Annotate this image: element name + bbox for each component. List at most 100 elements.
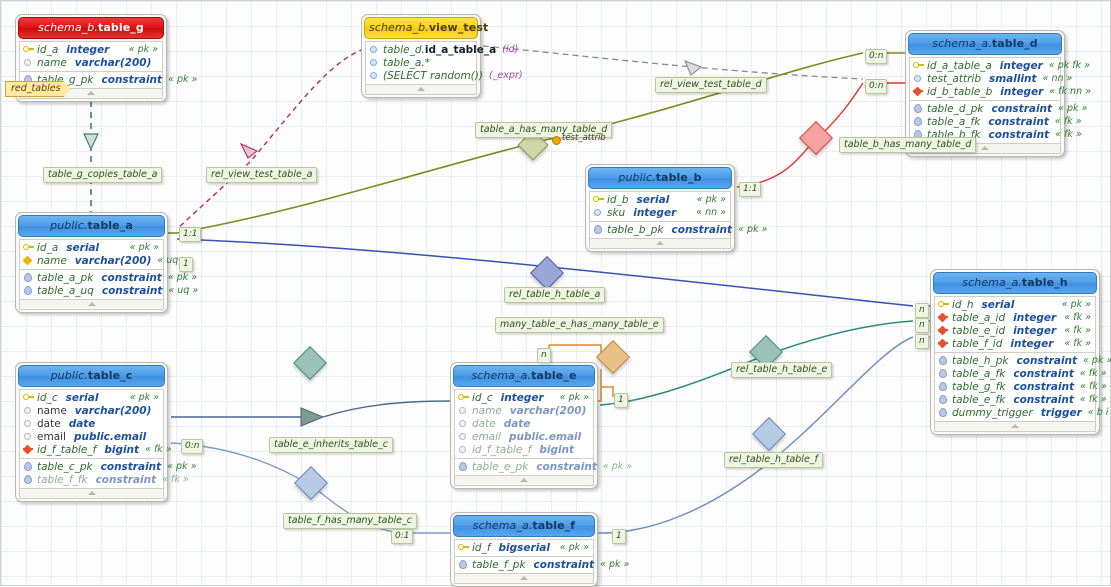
cardinality-table-c-right[interactable]: 0:n: [181, 439, 203, 454]
table-table-e[interactable]: schema_a.table_e id_cinteger« pk »namevar…: [450, 362, 598, 489]
table-header[interactable]: schema_b.table_g: [18, 17, 164, 39]
rel-label-rel-view-test-table-d[interactable]: rel_view_test_table_d: [655, 77, 767, 93]
table-row[interactable]: table_g_fkconstraint« fk »: [935, 380, 1095, 393]
table-header[interactable]: public.table_c: [18, 365, 165, 387]
table-table-h[interactable]: schema_a.table_hid_hserial« pk »table_a_…: [930, 269, 1100, 435]
rel-label-many-table-e-has-many-table-e[interactable]: many_table_e_has_many_table_e: [495, 317, 664, 333]
table-collapse-handle[interactable]: [19, 489, 164, 499]
table-collapse-handle[interactable]: [19, 300, 164, 310]
table-row[interactable]: id_f_table_fbigint« fk »: [20, 443, 163, 456]
table-row[interactable]: table_e_idinteger« fk »: [935, 324, 1095, 337]
table-row[interactable]: table_a.*: [366, 56, 476, 69]
cardinality-table-a-below[interactable]: 1: [179, 257, 193, 272]
cardinality-table-b[interactable]: 1:1: [739, 182, 761, 197]
table-row[interactable]: datedate: [20, 417, 163, 430]
cardinality-table-e-left[interactable]: n: [537, 348, 551, 363]
table-header[interactable]: schema_a.table_f: [453, 515, 595, 537]
table-row[interactable]: table_d.id_a_table_a(id): [366, 43, 476, 56]
constraint-icon: [938, 368, 950, 379]
table-row[interactable]: table_d_pkconstraint« pk »: [910, 102, 1060, 115]
table-collapse-handle[interactable]: [454, 476, 594, 486]
table-row[interactable]: emailpublic.email: [455, 430, 593, 443]
rel-label-table-f-has-many-table-c[interactable]: table_f_has_many_table_c: [283, 513, 417, 529]
cardinality-table-a-right[interactable]: 1:1: [179, 227, 201, 242]
table-row[interactable]: table_a_idinteger« fk »: [935, 311, 1095, 324]
table-row[interactable]: id_fbigserial« pk »: [455, 541, 593, 554]
cardinality-table-h-f[interactable]: n: [915, 334, 929, 349]
table-row[interactable]: datedate: [455, 417, 593, 430]
table-row[interactable]: table_f_idinteger« fk »: [935, 337, 1095, 350]
table-header[interactable]: schema_a.table_e: [453, 365, 595, 387]
table-row[interactable]: table_f_pkconstraint« pk »: [455, 558, 593, 571]
table-row[interactable]: table_c_pkconstraint« pk »: [20, 460, 163, 473]
table-row[interactable]: emailpublic.email: [20, 430, 163, 443]
table-row[interactable]: id_b_table_binteger« fk nn »: [910, 85, 1060, 98]
table-name-label: table_f: [532, 519, 575, 532]
cardinality-table-d-fk[interactable]: 0:n: [865, 79, 887, 94]
table-row[interactable]: table_h_pkconstraint« pk »: [935, 354, 1095, 367]
rel-label-rel-table-h-table-f[interactable]: rel_table_h_table_f: [724, 452, 823, 468]
table-row[interactable]: table_e_fkconstraint« fk »: [935, 393, 1095, 406]
table-table-c[interactable]: public.table_c id_cserial« pk »namevarcha…: [15, 362, 168, 502]
column-flags: « pk »: [1056, 299, 1091, 310]
table-header[interactable]: schema_a.table_d: [908, 33, 1062, 55]
table-table-f[interactable]: schema_a.table_f id_fbigserial« pk » table…: [450, 512, 598, 587]
table-row[interactable]: namevarchar(200): [20, 404, 163, 417]
table-row[interactable]: test_attribsmallint« nn »: [910, 72, 1060, 85]
column-flags: « pk »: [554, 542, 589, 553]
table-row[interactable]: namevarchar(200): [455, 404, 593, 417]
table-row[interactable]: id_ainteger« pk »: [20, 43, 162, 56]
table-row[interactable]: id_bserial« pk »: [590, 193, 730, 206]
rel-label-table-b-has-many-table-d[interactable]: table_b_has_many_table_d: [839, 137, 976, 153]
table-row[interactable]: id_hserial« pk »: [935, 298, 1095, 311]
table-header[interactable]: schema_b.view_test: [364, 17, 478, 39]
table-row[interactable]: dummy_triggertrigger« b i »: [935, 406, 1095, 419]
table-view-test[interactable]: schema_b.view_test table_d.id_a_table_a(i…: [361, 14, 481, 98]
column-type: bigint: [539, 444, 574, 456]
table-header[interactable]: schema_a.table_h: [933, 272, 1097, 294]
rel-label-rel-view-test-table-a[interactable]: rel_view_test_table_a: [206, 167, 317, 183]
table-row[interactable]: id_cinteger« pk »: [455, 391, 593, 404]
cardinality-table-d-top[interactable]: 0:n: [865, 49, 887, 64]
cardinality-table-f-right[interactable]: 1: [612, 529, 626, 544]
table-row[interactable]: id_aserial« pk »: [20, 241, 163, 254]
rel-label-rel-table-h-table-a[interactable]: rel_table_h_table_a: [504, 287, 605, 303]
diagram-canvas[interactable]: schema_b.table_gid_ainteger« pk »namevar…: [0, 0, 1111, 586]
cardinality-table-h-a[interactable]: n: [915, 303, 929, 318]
rel-label-rel-table-h-table-e[interactable]: rel_table_h_table_e: [731, 362, 832, 378]
table-row[interactable]: id_a_table_ainteger« pk fk »: [910, 59, 1060, 72]
table-row[interactable]: table_a_fkconstraint« fk »: [935, 367, 1095, 380]
table-row[interactable]: table_e_pkconstraint« pk »: [455, 460, 593, 473]
table-row[interactable]: table_b_pkconstraint« pk »: [590, 223, 730, 236]
column-name: id_b_table_b: [927, 86, 992, 98]
table-row[interactable]: namevarchar(200): [20, 56, 162, 69]
table-collapse-handle[interactable]: [365, 85, 477, 95]
circle-gray-icon: [23, 418, 35, 429]
red-tables-tag[interactable]: red_tables: [5, 81, 71, 97]
table-collapse-handle[interactable]: [934, 422, 1096, 432]
table-header[interactable]: public.table_b: [588, 167, 732, 189]
table-row[interactable]: id_f_table_fbigint: [455, 443, 593, 456]
table-table-a[interactable]: public.table_a id_aserial« pk »namevarcha…: [15, 212, 168, 313]
table-row[interactable]: table_a_fkconstraint« fk »: [910, 115, 1060, 128]
table-row[interactable]: (SELECT random())(_expr): [366, 69, 476, 82]
table-collapse-handle[interactable]: [454, 574, 594, 584]
relationship-diamond-table-e-self: [596, 340, 630, 374]
table-row[interactable]: table_f_fkconstraint« fk »: [20, 473, 163, 486]
table-row[interactable]: table_a_pkconstraint« pk »: [20, 271, 163, 284]
table-collapse-handle[interactable]: [589, 239, 731, 249]
cardinality-table-e-right[interactable]: 1: [614, 393, 628, 408]
table-row[interactable]: namevarchar(200)« uq »: [20, 254, 163, 267]
rel-label-table-g-copies-table-a[interactable]: table_g_copies_table_a: [43, 167, 162, 183]
table-table-b[interactable]: public.table_b id_bserial« pk »skuinteger…: [585, 164, 735, 252]
table-row[interactable]: table_a_uqconstraint« uq »: [20, 284, 163, 297]
cardinality-table-h-e[interactable]: n: [915, 318, 929, 333]
column-flags: « pk »: [732, 224, 767, 235]
column-name: table_e_fk: [952, 394, 1005, 406]
rel-label-table-e-inherits-table-c[interactable]: table_e_inherits_table_c: [269, 437, 393, 453]
table-row[interactable]: skuinteger« nn »: [590, 206, 730, 219]
cardinality-table-f-left[interactable]: 0:1: [391, 529, 413, 544]
table-header[interactable]: public.table_a: [18, 215, 165, 237]
table-row[interactable]: id_cserial« pk »: [20, 391, 163, 404]
constraint-icon: [23, 461, 35, 472]
